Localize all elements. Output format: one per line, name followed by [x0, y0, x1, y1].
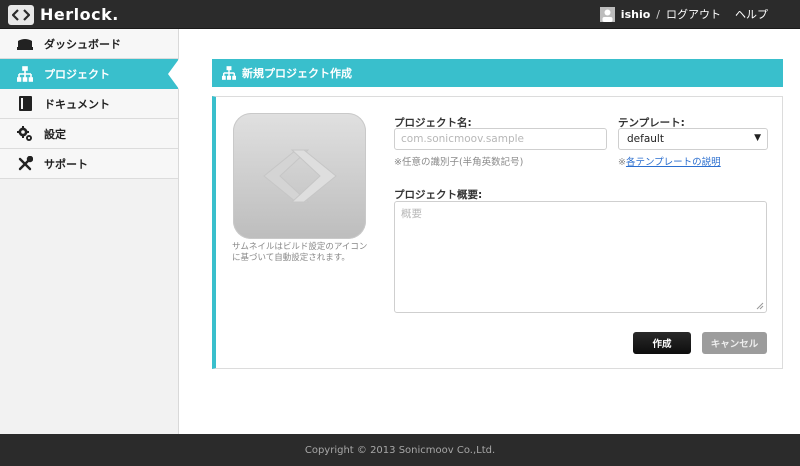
sidebar-item-label: ダッシュボード [44, 37, 121, 51]
template-hint-prefix: ※ [618, 157, 626, 168]
project-tree-icon [222, 66, 236, 80]
sidebar-item-project[interactable]: プロジェクト [0, 59, 179, 89]
dashboard-icon [16, 35, 34, 53]
template-select[interactable]: default ▼ [618, 128, 768, 150]
new-project-form: サムネイルはビルド設定のアイコンに基づいて自動設定されます。 プロジェクト名: … [212, 96, 783, 369]
gears-icon [16, 125, 34, 143]
tools-icon [16, 155, 34, 173]
panel-header: 新規プロジェクト作成 [212, 59, 783, 87]
sidebar-item-documents[interactable]: ドキュメント [0, 89, 178, 119]
logout-link[interactable]: ログアウト [666, 6, 721, 22]
sidebar-item-settings[interactable]: 設定 [0, 119, 178, 149]
nav-separator: / [656, 7, 660, 21]
cancel-button[interactable]: キャンセル [702, 332, 767, 354]
footer: Copyright © 2013 Sonicmoov Co.,Ltd. [0, 434, 800, 466]
book-icon [16, 95, 34, 113]
sidebar-item-support[interactable]: サポート [0, 149, 178, 179]
sidebar-item-label: 設定 [44, 127, 66, 141]
summary-placeholder: 概要 [401, 208, 422, 220]
template-help-link[interactable]: 各テンプレートの説明 [626, 157, 721, 168]
sidebar-item-label: ドキュメント [44, 97, 110, 111]
project-name-hint: ※任意の識別子(半角英数記号) [394, 157, 524, 168]
username[interactable]: ishio [621, 8, 650, 21]
herlock-logo-icon [8, 4, 34, 25]
copyright-text: Copyright © 2013 Sonicmoov Co.,Ltd. [304, 444, 496, 456]
chevron-down-icon: ▼ [754, 133, 761, 143]
project-tree-icon [16, 65, 34, 83]
sidebar-item-dashboard[interactable]: ダッシュボード [0, 29, 178, 59]
sidebar-item-label: サポート [44, 157, 88, 171]
template-hint: ※各テンプレートの説明 [618, 154, 721, 168]
thumbnail-logo-icon [262, 149, 337, 203]
resize-handle-icon[interactable] [756, 302, 764, 310]
panel-title: 新規プロジェクト作成 [242, 67, 352, 80]
top-bar: Herlock. ishio / ログアウト ヘルプ [0, 0, 800, 29]
project-name-input[interactable]: com.sonicmoov.sample [394, 128, 607, 150]
help-link[interactable]: ヘルプ [735, 6, 768, 22]
app-name: Herlock. [40, 5, 119, 24]
app-logo[interactable]: Herlock. [8, 4, 119, 25]
template-select-value: default [627, 133, 664, 145]
sidebar-item-label: プロジェクト [44, 67, 110, 81]
project-thumbnail [233, 113, 366, 239]
create-button[interactable]: 作成 [633, 332, 691, 354]
sidebar: ダッシュボード プロジェクト ドキュメント 設定 サポート [0, 29, 179, 434]
user-nav: ishio / ログアウト ヘルプ [599, 6, 768, 22]
summary-textarea[interactable]: 概要 [394, 201, 767, 313]
summary-label: プロジェクト概要: [394, 189, 483, 201]
user-avatar-icon[interactable] [599, 6, 615, 22]
thumbnail-note: サムネイルはビルド設定のアイコンに基づいて自動設定されます。 [232, 242, 368, 263]
